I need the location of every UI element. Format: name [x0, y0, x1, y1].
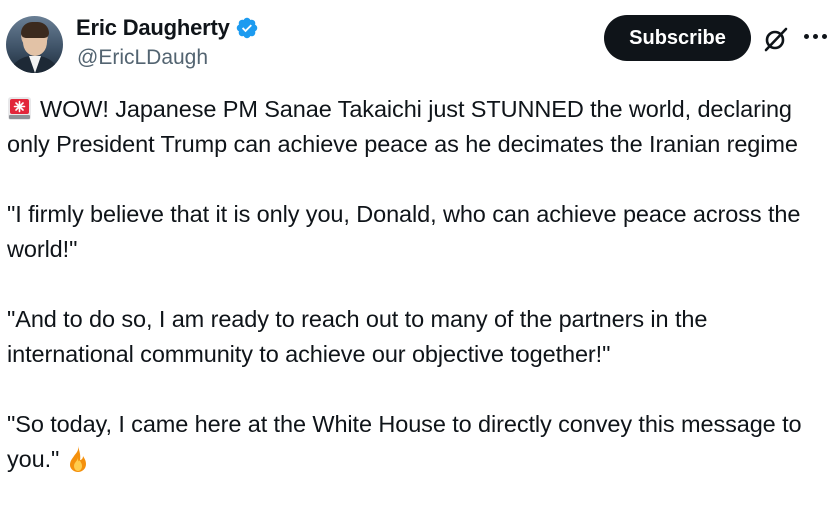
grok-icon[interactable] — [763, 26, 789, 52]
author-name-row: Eric Daugherty — [76, 15, 259, 41]
rotating-light-icon — [8, 97, 31, 120]
post-paragraph-2: "I firmly believe that it is only you, D… — [7, 201, 801, 262]
more-dot — [822, 34, 827, 39]
post-paragraph-1: WOW! Japanese PM Sanae Takaichi just STU… — [7, 92, 837, 162]
verified-badge-icon — [236, 17, 257, 39]
subscribe-button[interactable]: Subscribe — [604, 15, 751, 61]
tweet-card: Eric Daugherty @EricLDaugh Subscribe WOW… — [0, 0, 839, 513]
more-dot — [813, 34, 818, 39]
post-paragraph-4-text: "So today, I came here at the White Hous… — [7, 411, 802, 472]
more-dot — [804, 34, 809, 39]
fire-icon — [70, 446, 87, 472]
post-text: WOW! Japanese PM Sanae Takaichi just STU… — [7, 92, 837, 477]
author-display-name[interactable]: Eric Daugherty — [76, 15, 230, 41]
avatar[interactable] — [6, 16, 63, 73]
post-paragraph-3: "And to do so, I am ready to reach out t… — [7, 306, 708, 367]
post-paragraph-1-text: WOW! Japanese PM Sanae Takaichi just STU… — [7, 96, 798, 157]
author-handle[interactable]: @EricLDaugh — [77, 46, 208, 70]
more-options-icon[interactable] — [804, 34, 827, 39]
post-paragraph-4: "So today, I came here at the White Hous… — [7, 407, 837, 477]
avatar-hair — [21, 22, 49, 38]
